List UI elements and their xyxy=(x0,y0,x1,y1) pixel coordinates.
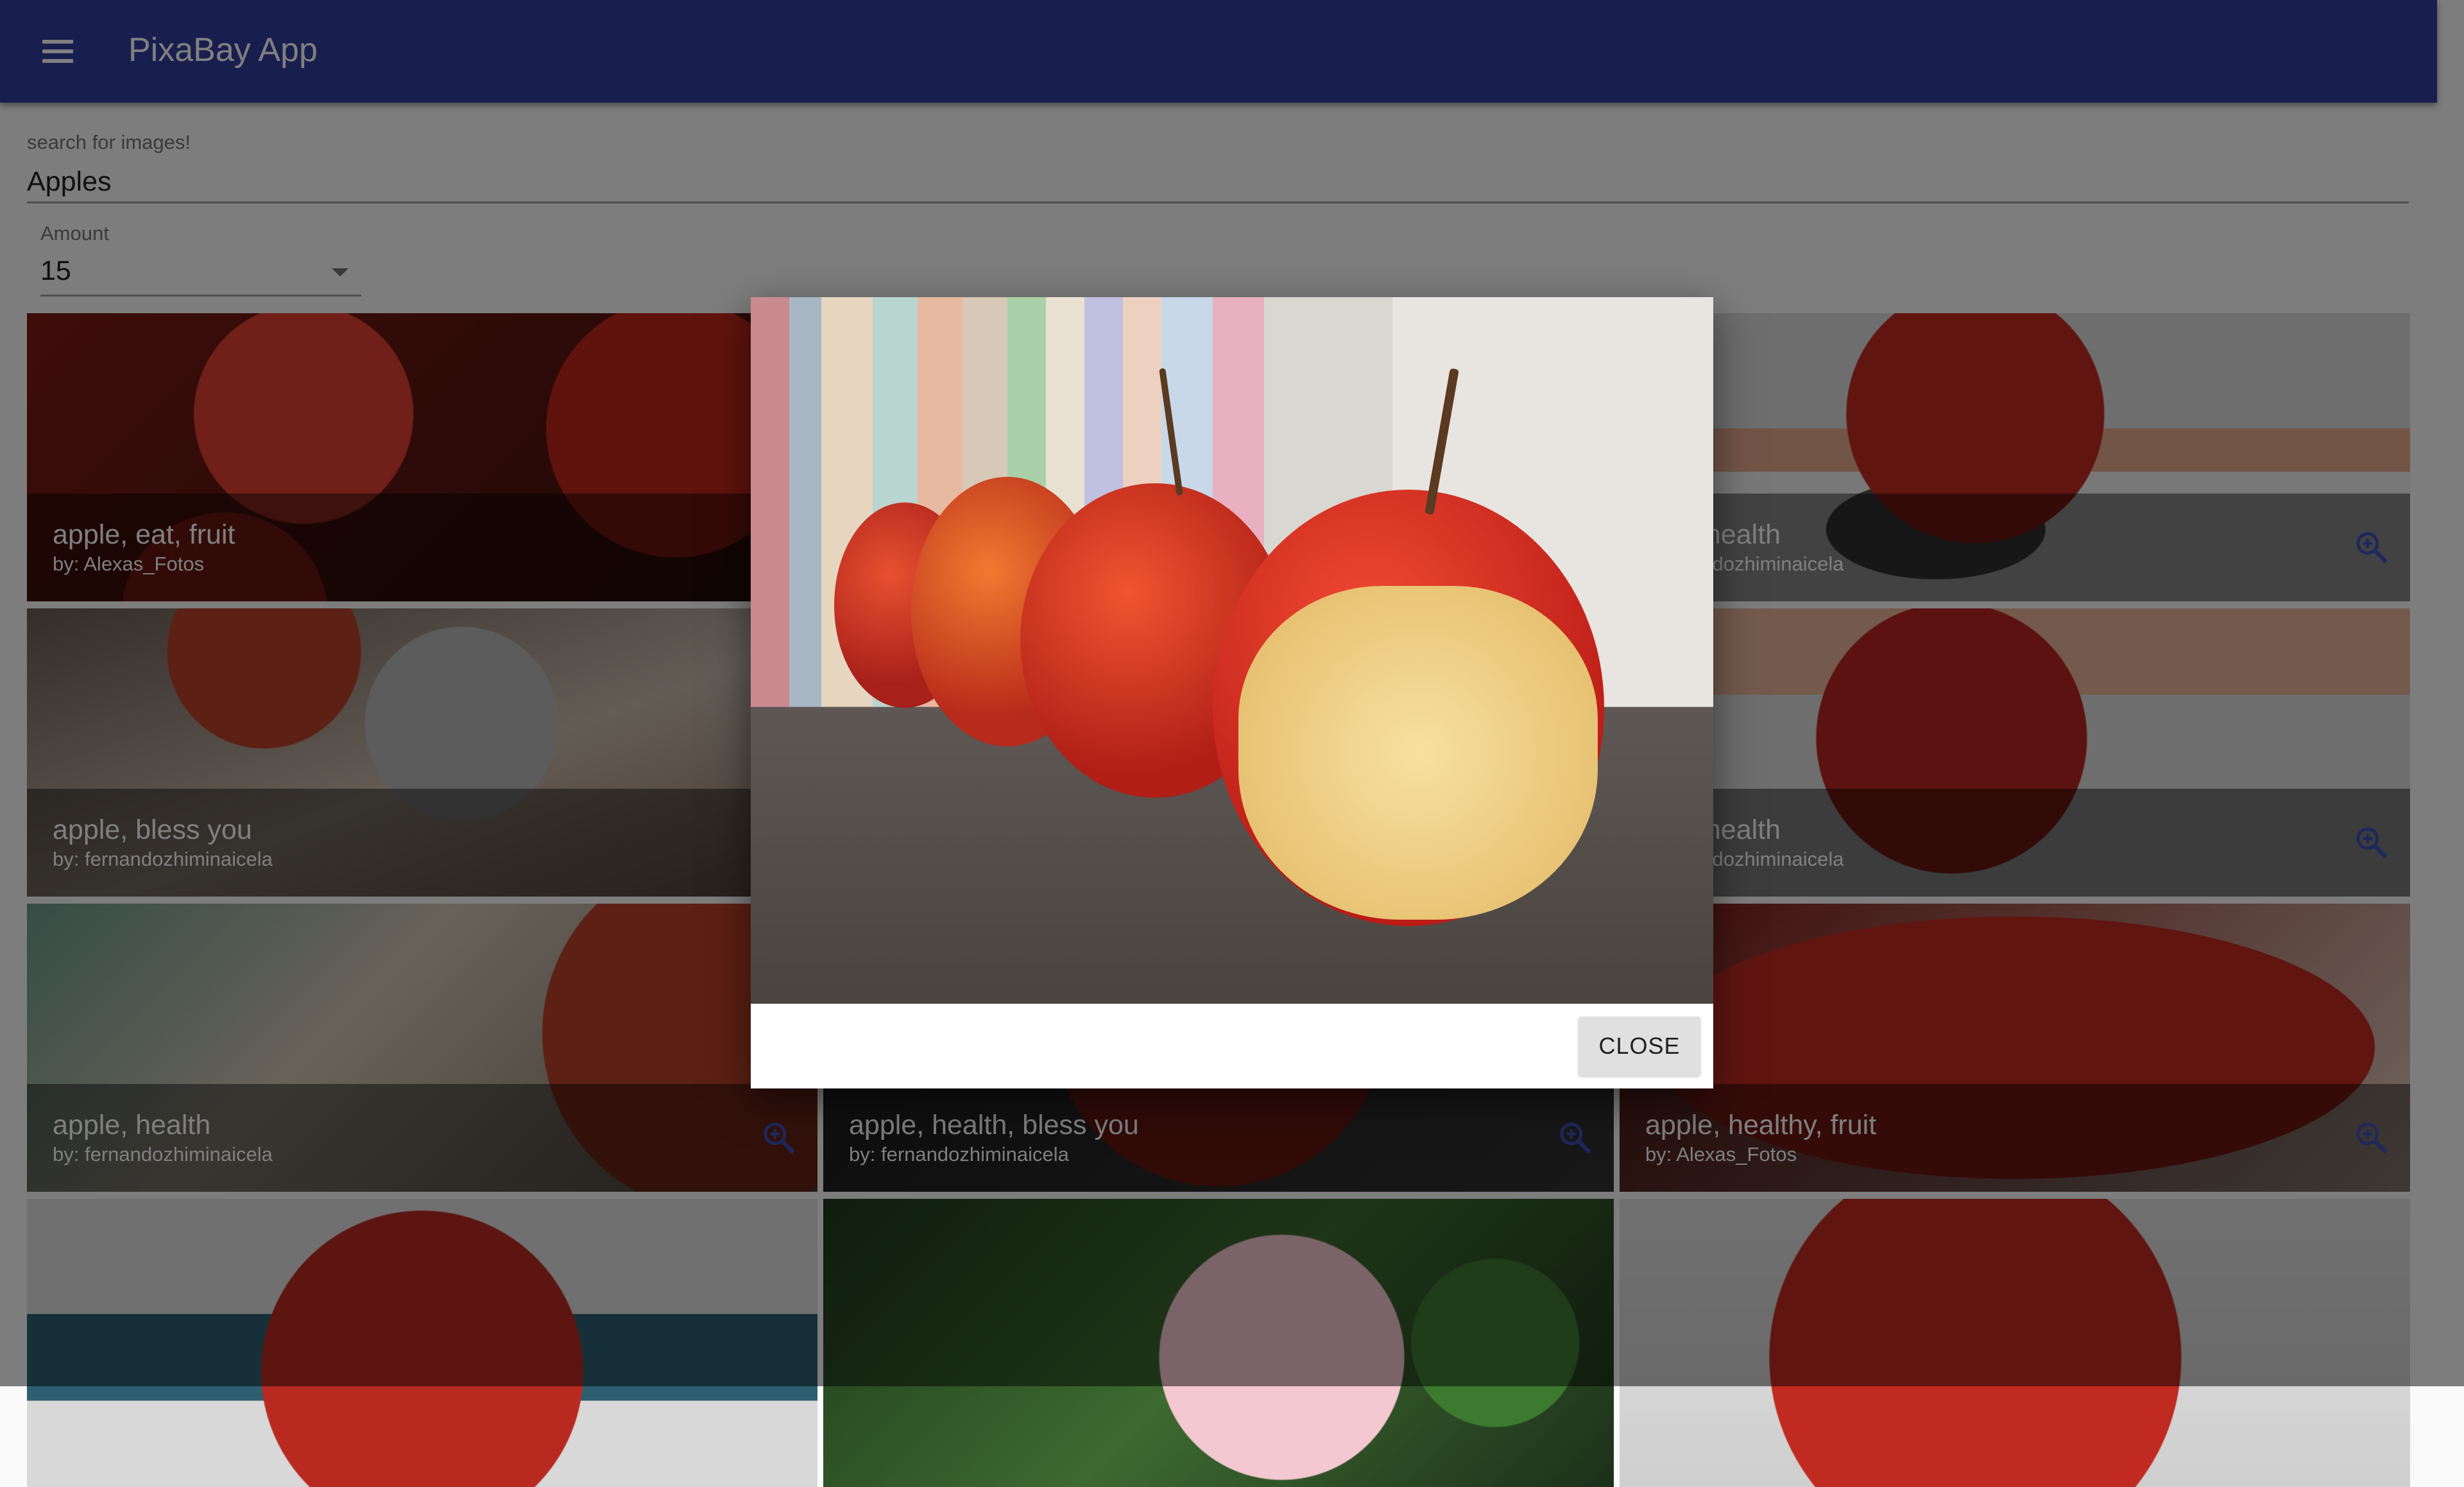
close-button[interactable]: CLOSE xyxy=(1579,1017,1700,1076)
image-preview-dialog: CLOSE xyxy=(751,297,1713,1088)
dialog-image xyxy=(751,297,1713,1004)
dialog-actions: CLOSE xyxy=(751,1004,1713,1088)
